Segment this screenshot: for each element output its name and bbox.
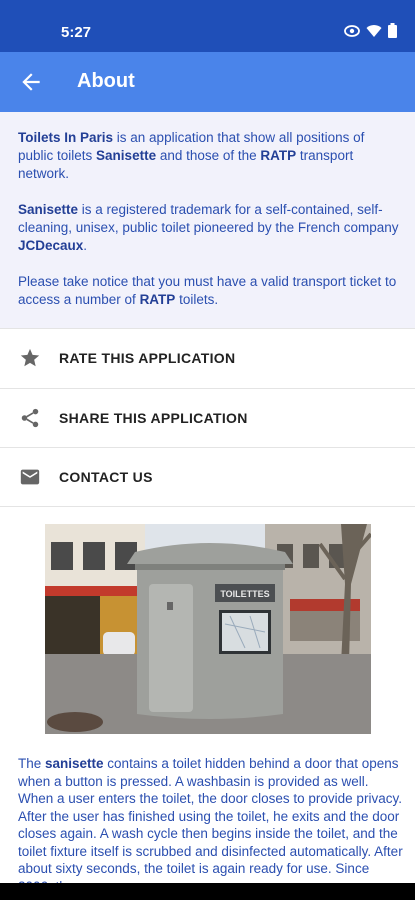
intro-section: Toilets In Paris is an application that … xyxy=(0,112,415,328)
status-time: 5:27 xyxy=(61,24,92,41)
description-text: The sanisette contains a toilet hidden b… xyxy=(18,756,403,894)
battery-icon xyxy=(388,23,397,43)
intro-paragraph-1: Toilets In Paris is an application that … xyxy=(18,130,365,181)
intro-paragraph-2: Sanisette is a registered trademark for … xyxy=(18,202,399,253)
mail-icon xyxy=(18,465,42,489)
cast-icon xyxy=(344,24,360,43)
contact-us-button[interactable]: CONTACT US xyxy=(0,447,415,506)
divider xyxy=(0,506,415,507)
status-bar: 5:27 xyxy=(0,0,415,52)
navigation-bar xyxy=(0,883,415,900)
star-icon xyxy=(18,346,42,370)
page-title: About xyxy=(77,70,135,92)
sanisette-photo: TOILETTES xyxy=(45,524,371,734)
app-name: Toilets In Paris xyxy=(18,130,114,145)
share-app-button[interactable]: SHARE THIS APPLICATION xyxy=(0,388,415,447)
back-button[interactable] xyxy=(18,69,44,95)
app-bar: About xyxy=(0,52,415,112)
toilettes-sign: TOILETTES xyxy=(220,589,269,599)
wifi-icon xyxy=(366,24,382,43)
status-icons xyxy=(344,23,397,43)
rate-app-button[interactable]: RATE THIS APPLICATION xyxy=(0,328,415,387)
intro-paragraph-3: Please take notice that you must have a … xyxy=(18,274,397,307)
share-icon xyxy=(18,406,42,430)
arrow-left-icon xyxy=(22,73,40,91)
